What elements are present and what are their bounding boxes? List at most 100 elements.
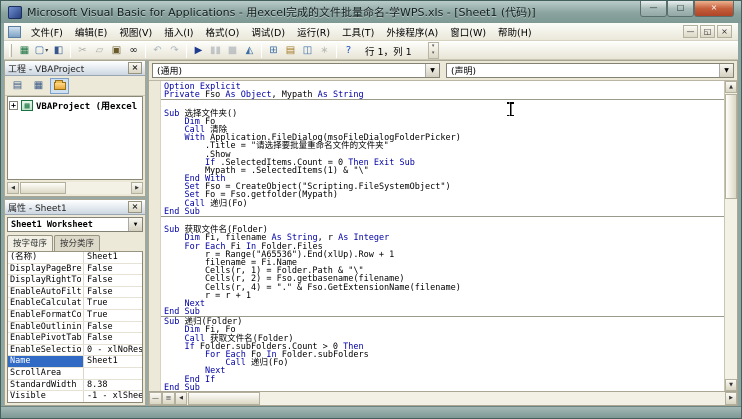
menu-item-insert[interactable]: 插入(I) <box>158 23 199 41</box>
property-row[interactable]: EnableOutlininFalse <box>8 322 142 334</box>
code-line[interactable]: End Sub <box>164 208 724 216</box>
mdi-restore-button[interactable]: ◱ <box>700 25 715 38</box>
mdi-minimize-button[interactable]: — <box>683 25 698 38</box>
scroll-track[interactable] <box>67 182 131 194</box>
code-hscrollbar[interactable]: ◀ ▶ <box>175 392 737 405</box>
property-row[interactable]: EnablePivotTabFalse <box>8 333 142 345</box>
property-name[interactable]: Name <box>8 356 84 367</box>
code-line[interactable]: Set Fo = Fso.getfolder(Mypath) <box>164 191 724 199</box>
code-line[interactable]: End Sub <box>164 308 724 316</box>
save-icon[interactable]: ◧ <box>50 43 67 59</box>
code-line[interactable]: Next <box>164 300 724 308</box>
code-line[interactable]: Dim Fo <box>164 118 724 126</box>
properties-panel-header[interactable]: 属性 - Sheet1 × <box>5 200 145 215</box>
combo-dropdown-icon[interactable]: ▼ <box>128 218 142 231</box>
toolbox-icon[interactable]: ∗ <box>316 43 333 59</box>
scroll-track[interactable] <box>725 200 737 379</box>
copy-icon[interactable]: ▱ <box>91 43 108 59</box>
code-margin-indicator-bar[interactable] <box>149 81 161 391</box>
code-window-icon[interactable] <box>8 26 21 38</box>
project-explorer-icon[interactable]: ⊞ <box>265 43 282 59</box>
property-value[interactable]: True <box>84 298 142 309</box>
close-button[interactable]: × <box>694 1 734 17</box>
property-row[interactable]: DisplayPageBreFalse <box>8 264 142 276</box>
undo-icon[interactable]: ↶ <box>149 43 166 59</box>
object-combobox[interactable]: (通用) ▼ <box>152 63 440 78</box>
tree-expander-icon[interactable]: + <box>9 101 18 110</box>
find-icon[interactable]: ∞ <box>125 43 142 59</box>
insert-userform-icon[interactable]: ▢▾ <box>33 43 50 59</box>
property-name[interactable]: ScrollArea <box>8 368 84 379</box>
scroll-down-icon[interactable]: ▼ <box>725 379 737 391</box>
property-value[interactable]: False <box>84 333 142 344</box>
properties-window-icon[interactable]: ▤ <box>282 43 299 59</box>
title-bar[interactable]: Microsoft Visual Basic for Applications … <box>1 1 741 23</box>
menu-item-tools[interactable]: 工具(T) <box>336 23 380 41</box>
code-line[interactable]: Next <box>164 367 724 375</box>
scroll-up-icon[interactable]: ▲ <box>725 81 737 93</box>
property-row[interactable]: EnableFormatCoTrue <box>8 310 142 322</box>
property-value[interactable]: False <box>84 322 142 333</box>
property-value[interactable]: False <box>84 264 142 275</box>
combo-dropdown-icon[interactable]: ▼ <box>425 64 439 77</box>
property-row[interactable]: EnableCalculatTrue <box>8 298 142 310</box>
toggle-folders-icon[interactable] <box>50 78 69 94</box>
property-row[interactable]: StandardWidth8.38 <box>8 380 142 392</box>
code-line[interactable]: Sub 递归(Folder) <box>164 318 724 326</box>
property-row[interactable]: EnableSelectio0 - xlNoRestr <box>8 345 142 357</box>
menu-item-format[interactable]: 格式(O) <box>199 23 245 41</box>
code-line[interactable]: Call 递归(Fo) <box>164 359 724 367</box>
code-editor[interactable]: Option ExplicitPrivate Fso As Object, My… <box>161 81 724 391</box>
menu-item-debug[interactable]: 调试(D) <box>245 23 291 41</box>
project-hscrollbar[interactable]: ◀ ▶ <box>7 182 143 194</box>
code-line[interactable]: End Sub <box>164 384 724 391</box>
toolbar-overflow-button[interactable]: ▾▾ <box>428 42 439 59</box>
view-excel-icon[interactable]: ▦ <box>16 43 33 59</box>
property-value[interactable]: Sheet1 <box>84 356 142 367</box>
scroll-thumb[interactable] <box>188 392 260 405</box>
property-name[interactable]: DisplayRightTo <box>8 275 84 286</box>
property-row[interactable]: DisplayRightToFalse <box>8 275 142 287</box>
code-line[interactable]: Sub 选择文件夹() <box>164 110 724 118</box>
menu-item-view[interactable]: 视图(V) <box>113 23 158 41</box>
scroll-left-icon[interactable]: ◀ <box>7 182 19 194</box>
menu-item-help[interactable]: 帮助(H) <box>492 23 538 41</box>
dropdown-caret-icon[interactable]: ▾ <box>45 47 48 54</box>
project-panel-header[interactable]: 工程 - VBAProject × <box>5 61 145 76</box>
property-value[interactable]: True <box>84 310 142 321</box>
property-name[interactable]: EnableSelectio <box>8 345 84 356</box>
property-name[interactable]: (名称) <box>8 252 84 263</box>
code-line[interactable]: .Title = "请选择要批量重命名文件的文件夹" <box>164 142 724 150</box>
property-row[interactable]: (名称)Sheet1 <box>8 252 142 264</box>
property-row[interactable]: NameSheet1 <box>8 356 142 368</box>
property-name[interactable]: EnableAutoFilt <box>8 287 84 298</box>
cut-icon[interactable]: ✂ <box>74 43 91 59</box>
property-name[interactable]: EnablePivotTab <box>8 333 84 344</box>
menu-item-edit[interactable]: 编辑(E) <box>69 23 113 41</box>
property-name[interactable]: Visible <box>8 391 84 402</box>
code-line[interactable]: Private Fso As Object, Mypath As String <box>164 91 724 99</box>
menu-item-add-ins[interactable]: 外接程序(A) <box>380 23 444 41</box>
scroll-thumb[interactable] <box>725 94 737 199</box>
combo-dropdown-icon[interactable]: ▼ <box>719 64 733 77</box>
object-browser-icon[interactable]: ◫ <box>299 43 316 59</box>
menu-item-file[interactable]: 文件(F) <box>25 23 69 41</box>
full-module-view-button[interactable]: ≡ <box>162 392 175 405</box>
toolbar-grip[interactable] <box>9 44 12 57</box>
property-name[interactable]: EnableOutlinin <box>8 322 84 333</box>
code-line[interactable] <box>164 101 724 109</box>
scroll-thumb[interactable] <box>20 182 66 194</box>
property-value[interactable]: -1 - xlSheetV <box>84 391 142 402</box>
tab-categorized[interactable]: 按分类序 <box>54 235 100 251</box>
property-row[interactable]: EnableAutoFiltFalse <box>8 287 142 299</box>
procedure-view-button[interactable]: — <box>149 392 162 405</box>
property-name[interactable]: DisplayPageBre <box>8 264 84 275</box>
menu-item-run[interactable]: 运行(R) <box>291 23 336 41</box>
run-sub-icon[interactable]: ▶ <box>190 43 207 59</box>
scroll-left-icon[interactable]: ◀ <box>175 392 187 405</box>
property-value[interactable]: 0 - xlNoRestr <box>84 345 142 356</box>
paste-icon[interactable]: ▣ <box>108 43 125 59</box>
property-value[interactable]: Sheet1 <box>84 252 142 263</box>
scroll-right-icon[interactable]: ▶ <box>725 392 737 405</box>
procedure-combobox[interactable]: (声明) ▼ <box>446 63 734 78</box>
